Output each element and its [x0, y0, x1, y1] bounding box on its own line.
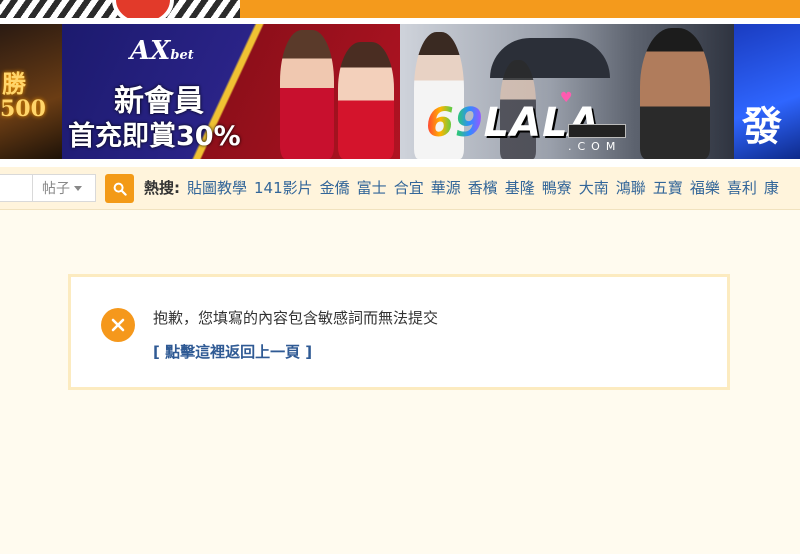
hot-search-link[interactable]: 喜利	[727, 179, 757, 197]
model-photo	[338, 42, 394, 159]
close-icon	[111, 318, 125, 332]
back-link[interactable]: [ 點擊這裡返回上一頁 ]	[153, 341, 312, 362]
banner-left-line1: 勝	[2, 69, 26, 98]
hot-search-link[interactable]: 貼圖教學	[187, 179, 247, 197]
lala-domain: .COM	[568, 140, 622, 153]
hot-search-label: 熱搜:	[144, 179, 180, 197]
search-input[interactable]	[0, 174, 32, 202]
error-message-text: 抱歉，您填寫的內容包含敏感詞而無法提交	[153, 309, 439, 327]
hot-search-list: 貼圖教學 141影片 金僑 富士 合宜 華源 香檳 基隆 鴨寮 大南 鴻聯 五寶 福樂 喜利康	[187, 177, 786, 198]
model-photo	[280, 30, 334, 159]
hot-search-link[interactable]: 福樂	[690, 179, 720, 197]
hot-search-link[interactable]: 香檳	[468, 179, 498, 197]
banner-right-text: 發	[742, 104, 782, 150]
banner-lala-ad[interactable]: ♥ 69LALA .COM	[400, 24, 734, 159]
banner-row: 勝 500 AXbet 新會員 首充即賞30% ♥ 69LALA .COM 發	[0, 24, 800, 159]
hot-search-link[interactable]: 基隆	[505, 179, 535, 197]
axbet-subline: 首充即賞30%	[68, 121, 241, 152]
hot-search-link[interactable]: 富士	[357, 179, 387, 197]
hot-search-link[interactable]: 鴨寮	[542, 179, 572, 197]
axbet-logo: AXbet	[130, 36, 194, 66]
hot-search-link[interactable]: 華源	[431, 179, 461, 197]
hot-search-link[interactable]: 康	[764, 179, 779, 197]
banner-left-line2: 500	[0, 96, 46, 122]
error-message-box: 抱歉，您填寫的內容包含敏感詞而無法提交 [ 點擊這裡返回上一頁 ]	[68, 274, 730, 390]
search-bar: 帖子 熱搜: 貼圖教學 141影片 金僑 富士 合宜 華源 香檳 基隆 鴨寮 大南 鴻聯 五寶 福樂 喜利…	[0, 167, 800, 210]
hot-search-link[interactable]: 金僑	[320, 179, 350, 197]
model-photo	[640, 28, 710, 159]
axbet-logo-small: bet	[170, 48, 194, 63]
hot-search-link[interactable]: 鴻聯	[616, 179, 646, 197]
top-strip	[0, 0, 800, 26]
search-button[interactable]	[105, 174, 134, 203]
banner-left-ad[interactable]: 勝 500	[0, 24, 62, 159]
hot-search-link[interactable]: 141影片	[254, 179, 313, 197]
hot-search-link[interactable]: 大南	[579, 179, 609, 197]
search-type-select[interactable]: 帖子	[32, 174, 96, 202]
lala-tag-box	[568, 124, 626, 138]
hot-search-link[interactable]: 合宜	[394, 179, 424, 197]
search-icon	[113, 182, 127, 196]
banner-axbet-ad[interactable]: AXbet 新會員 首充即賞30%	[62, 24, 400, 159]
search-type-label: 帖子	[42, 181, 70, 197]
axbet-logo-main: AX	[130, 36, 171, 66]
hot-search-link[interactable]: 五寶	[653, 179, 683, 197]
lala-logo-number: 69	[426, 100, 484, 146]
close-circle-icon	[101, 308, 135, 342]
caret-down-icon	[74, 185, 82, 191]
banner-right-ad[interactable]: 發	[734, 24, 800, 159]
banner-separator	[0, 159, 800, 167]
